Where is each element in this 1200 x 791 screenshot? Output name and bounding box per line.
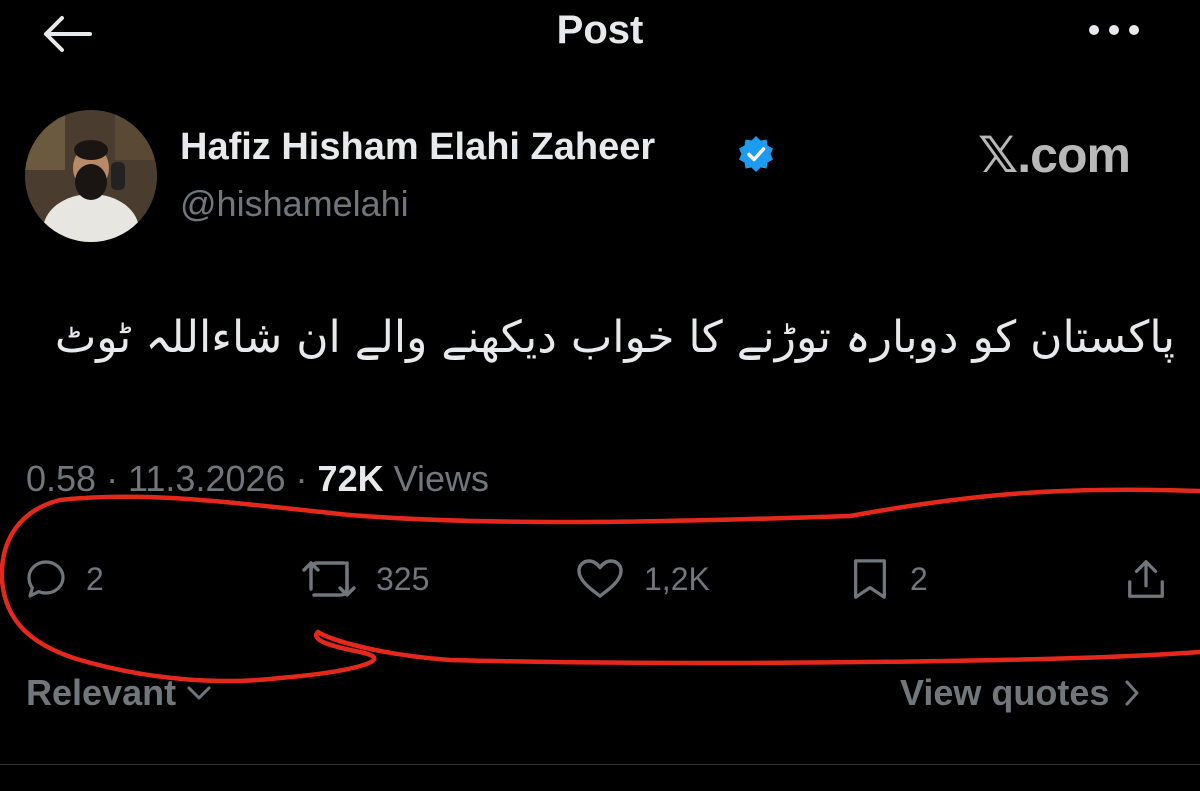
post-timestamp[interactable]: 0.58 · 11.3.2026 · bbox=[26, 458, 308, 499]
post-text: پاکستان کو دوبارہ توڑنے کا خواب دیکھنے و… bbox=[40, 312, 1175, 363]
bookmark-icon bbox=[854, 559, 886, 599]
page-title: Post bbox=[556, 8, 644, 52]
repost-button[interactable]: 325 bbox=[300, 552, 429, 606]
author-name[interactable]: Hafiz Hisham Elahi Zaheer bbox=[180, 126, 655, 169]
repost-icon bbox=[302, 561, 356, 597]
author-handle[interactable]: @hishamelahi bbox=[180, 183, 409, 225]
heart-icon bbox=[577, 559, 623, 598]
avatar-photo bbox=[25, 110, 157, 242]
reply-icon bbox=[27, 560, 65, 598]
sort-label: Relevant bbox=[26, 672, 177, 713]
chevron-right-icon bbox=[1125, 680, 1139, 706]
verified-badge-icon bbox=[739, 136, 773, 172]
share-button[interactable] bbox=[1124, 552, 1168, 606]
share-icon bbox=[1128, 560, 1164, 598]
reply-button[interactable]: 2 bbox=[24, 552, 104, 606]
repost-count: 325 bbox=[376, 560, 430, 597]
like-count: 1,2K bbox=[644, 560, 710, 597]
divider bbox=[0, 764, 1200, 765]
bookmark-button[interactable]: 2 bbox=[848, 552, 928, 606]
like-button[interactable]: 1,2K bbox=[574, 552, 710, 606]
sort-dropdown[interactable]: Relevant bbox=[26, 672, 212, 714]
reply-count: 2 bbox=[86, 560, 104, 597]
more-options-icon[interactable] bbox=[1086, 18, 1142, 42]
views-count: 72K bbox=[317, 458, 384, 499]
view-quotes-label: View quotes bbox=[900, 672, 1110, 713]
bookmark-count: 2 bbox=[910, 560, 928, 597]
chevron-down-icon bbox=[187, 686, 211, 700]
view-quotes-link[interactable]: View quotes bbox=[900, 672, 1141, 714]
views-label: Views bbox=[393, 458, 489, 499]
author-avatar[interactable] bbox=[25, 110, 157, 242]
x-com-watermark: 𝕏.com bbox=[978, 127, 1131, 183]
post-meta: 0.58 · 11.3.2026 · 72K Views bbox=[26, 458, 489, 500]
